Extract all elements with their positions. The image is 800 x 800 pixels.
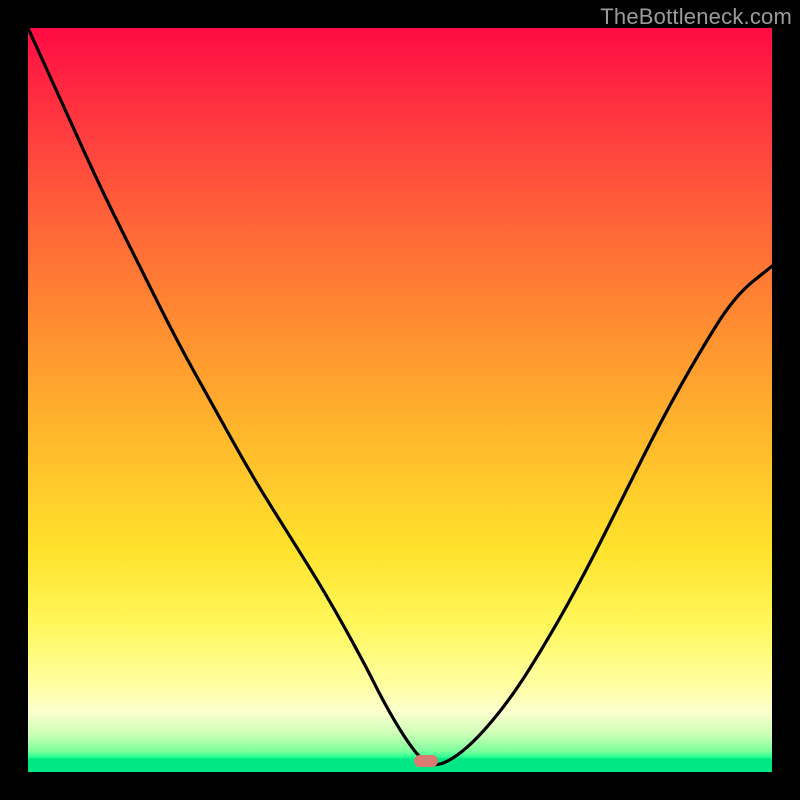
optimal-marker	[414, 755, 438, 767]
bottleneck-curve	[28, 28, 772, 772]
plot-area	[28, 28, 772, 772]
chart-frame: TheBottleneck.com	[0, 0, 800, 800]
watermark-text: TheBottleneck.com	[600, 4, 792, 30]
